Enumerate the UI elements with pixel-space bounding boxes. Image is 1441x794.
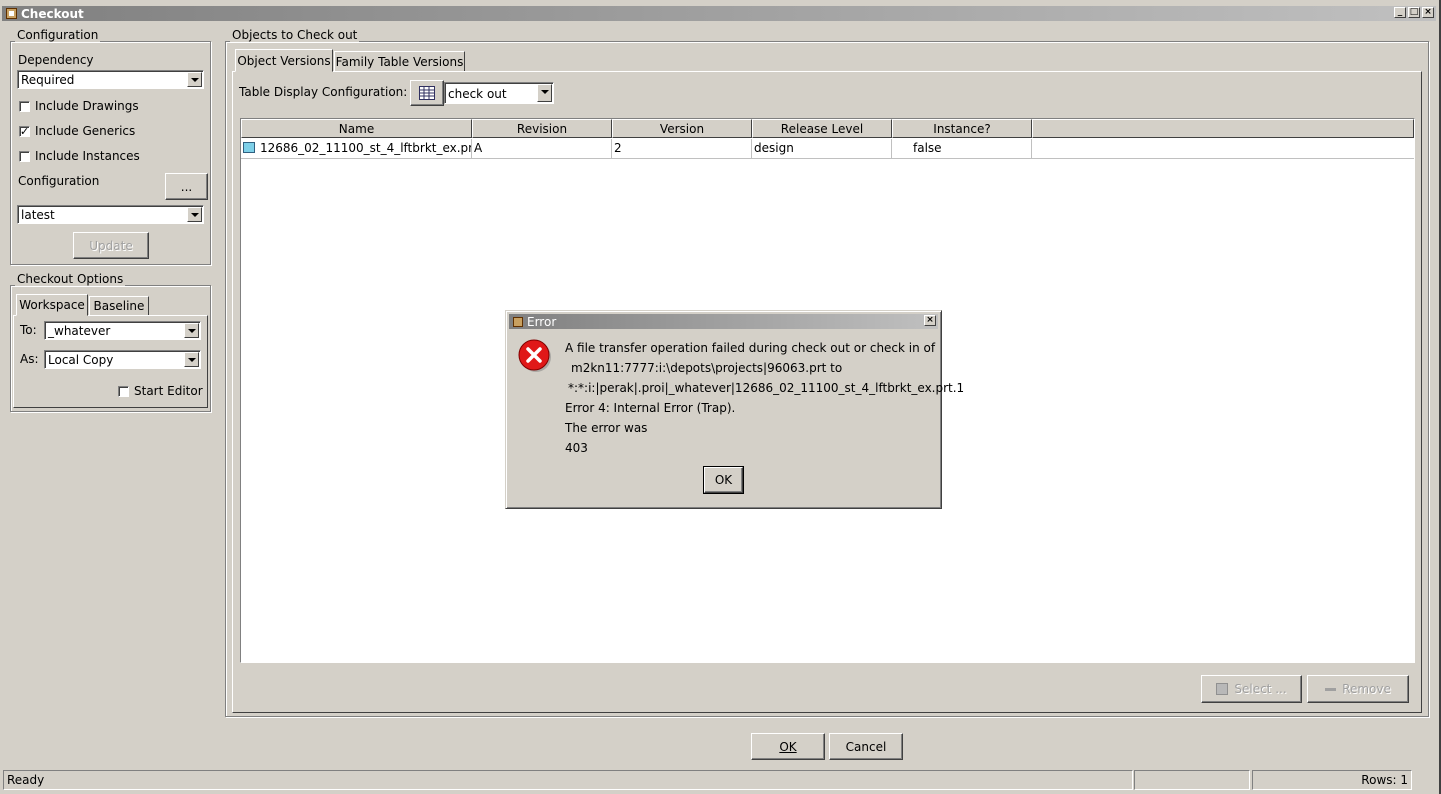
tab-workspace[interactable]: Workspace bbox=[16, 294, 88, 316]
chevron-down-icon[interactable] bbox=[187, 207, 202, 222]
include-instances-checkbox[interactable] bbox=[19, 151, 30, 162]
error-message-line-1: A file transfer operation failed during … bbox=[565, 341, 936, 355]
minus-icon bbox=[1325, 687, 1337, 691]
include-drawings-label: Include Drawings bbox=[35, 99, 139, 113]
status-text: Ready bbox=[3, 770, 1133, 790]
as-select[interactable]: Local Copy bbox=[44, 350, 201, 369]
chevron-down-icon[interactable] bbox=[184, 352, 199, 367]
cell-filler bbox=[1032, 139, 1414, 159]
cell-instance: false bbox=[892, 139, 1032, 159]
status-cell-2 bbox=[1134, 770, 1250, 790]
error-message-line-6: 403 bbox=[565, 441, 588, 455]
table-display-select[interactable]: check out bbox=[444, 82, 554, 104]
start-editor-label: Start Editor bbox=[134, 384, 203, 398]
tab-family-table-versions[interactable]: Family Table Versions bbox=[334, 51, 465, 72]
tab-object-versions[interactable]: Object Versions bbox=[235, 49, 333, 72]
remove-button[interactable]: Remove bbox=[1307, 675, 1409, 703]
column-header-name[interactable]: Name bbox=[241, 119, 472, 138]
objects-group-title: Objects to Check out bbox=[230, 28, 360, 42]
table-grid-icon bbox=[419, 86, 435, 100]
include-generics-label: Include Generics bbox=[35, 124, 136, 138]
dependency-value: Required bbox=[21, 73, 75, 87]
configuration-group-title: Configuration bbox=[15, 28, 101, 42]
maximize-button[interactable]: □ bbox=[1408, 7, 1420, 18]
column-header-release-level[interactable]: Release Level bbox=[752, 119, 892, 138]
app-icon bbox=[513, 316, 523, 327]
error-ok-button[interactable]: OK bbox=[703, 466, 744, 494]
ok-button[interactable]: OK bbox=[751, 733, 825, 760]
column-header-filler bbox=[1032, 119, 1414, 138]
table-config-button[interactable] bbox=[410, 80, 444, 106]
configuration-value: latest bbox=[21, 208, 55, 222]
chevron-down-icon[interactable] bbox=[537, 84, 552, 102]
close-icon[interactable]: × bbox=[924, 315, 936, 326]
title-bar[interactable]: Checkout _ □ × bbox=[2, 6, 1436, 21]
close-button[interactable]: × bbox=[1422, 7, 1434, 18]
table-display-value: check out bbox=[448, 87, 507, 101]
configuration-browse-button[interactable]: ... bbox=[165, 173, 208, 200]
configuration-select[interactable]: latest bbox=[17, 205, 204, 224]
error-dialog-titlebar[interactable]: Error × bbox=[509, 314, 938, 329]
table-display-label: Table Display Configuration: bbox=[239, 85, 408, 99]
cell-release-level: design bbox=[752, 139, 892, 159]
checkout-window: Checkout _ □ × Configuration Dependency … bbox=[0, 0, 1441, 794]
select-icon bbox=[1216, 683, 1229, 695]
error-message-line-2: m2kn11:7777:i:\depots\projects|96063.prt… bbox=[571, 361, 843, 375]
window-title: Checkout bbox=[21, 6, 84, 21]
error-dialog-title: Error bbox=[527, 314, 557, 329]
include-drawings-checkbox[interactable] bbox=[19, 101, 30, 112]
cell-version: 2 bbox=[612, 139, 752, 159]
cell-revision: A bbox=[472, 139, 612, 159]
column-header-version[interactable]: Version bbox=[612, 119, 752, 138]
cancel-button[interactable]: Cancel bbox=[829, 733, 903, 760]
error-dialog: Error × A file transfer operation failed… bbox=[505, 310, 964, 509]
error-icon bbox=[518, 339, 551, 372]
column-header-instance[interactable]: Instance? bbox=[892, 119, 1032, 138]
include-instances-label: Include Instances bbox=[35, 149, 140, 163]
to-select[interactable]: _whatever bbox=[44, 321, 201, 340]
to-value: _whatever bbox=[48, 324, 111, 338]
tab-baseline[interactable]: Baseline bbox=[89, 296, 149, 316]
as-value: Local Copy bbox=[48, 353, 114, 367]
part-icon bbox=[243, 142, 255, 153]
update-button[interactable]: Update bbox=[73, 232, 149, 259]
include-generics-checkbox[interactable]: ✓ bbox=[19, 126, 30, 137]
chevron-down-icon[interactable] bbox=[187, 72, 202, 87]
as-label: As: bbox=[20, 352, 39, 366]
minimize-button[interactable]: _ bbox=[1394, 7, 1406, 18]
error-message-line-5: The error was bbox=[565, 421, 648, 435]
app-icon bbox=[6, 8, 17, 19]
start-editor-checkbox[interactable] bbox=[118, 386, 129, 397]
window-controls: _ □ × bbox=[1394, 7, 1434, 18]
configuration-label: Configuration bbox=[18, 174, 100, 188]
dependency-select[interactable]: Required bbox=[17, 70, 204, 89]
select-button[interactable]: Select ... bbox=[1201, 675, 1302, 703]
to-label: To: bbox=[20, 323, 37, 337]
cell-name: 12686_02_11100_st_4_lftbrkt_ex.prt bbox=[241, 139, 472, 159]
checkout-options-title: Checkout Options bbox=[15, 272, 126, 286]
column-header-revision[interactable]: Revision bbox=[472, 119, 612, 138]
chevron-down-icon[interactable] bbox=[184, 323, 199, 338]
status-rows: Rows: 1 bbox=[1252, 770, 1412, 790]
dependency-label: Dependency bbox=[18, 53, 94, 67]
error-message-line-4: Error 4: Internal Error (Trap). bbox=[565, 401, 736, 415]
error-message-line-3: *:*:i:|perak|.proi|_whatever|12686_02_11… bbox=[568, 381, 965, 395]
